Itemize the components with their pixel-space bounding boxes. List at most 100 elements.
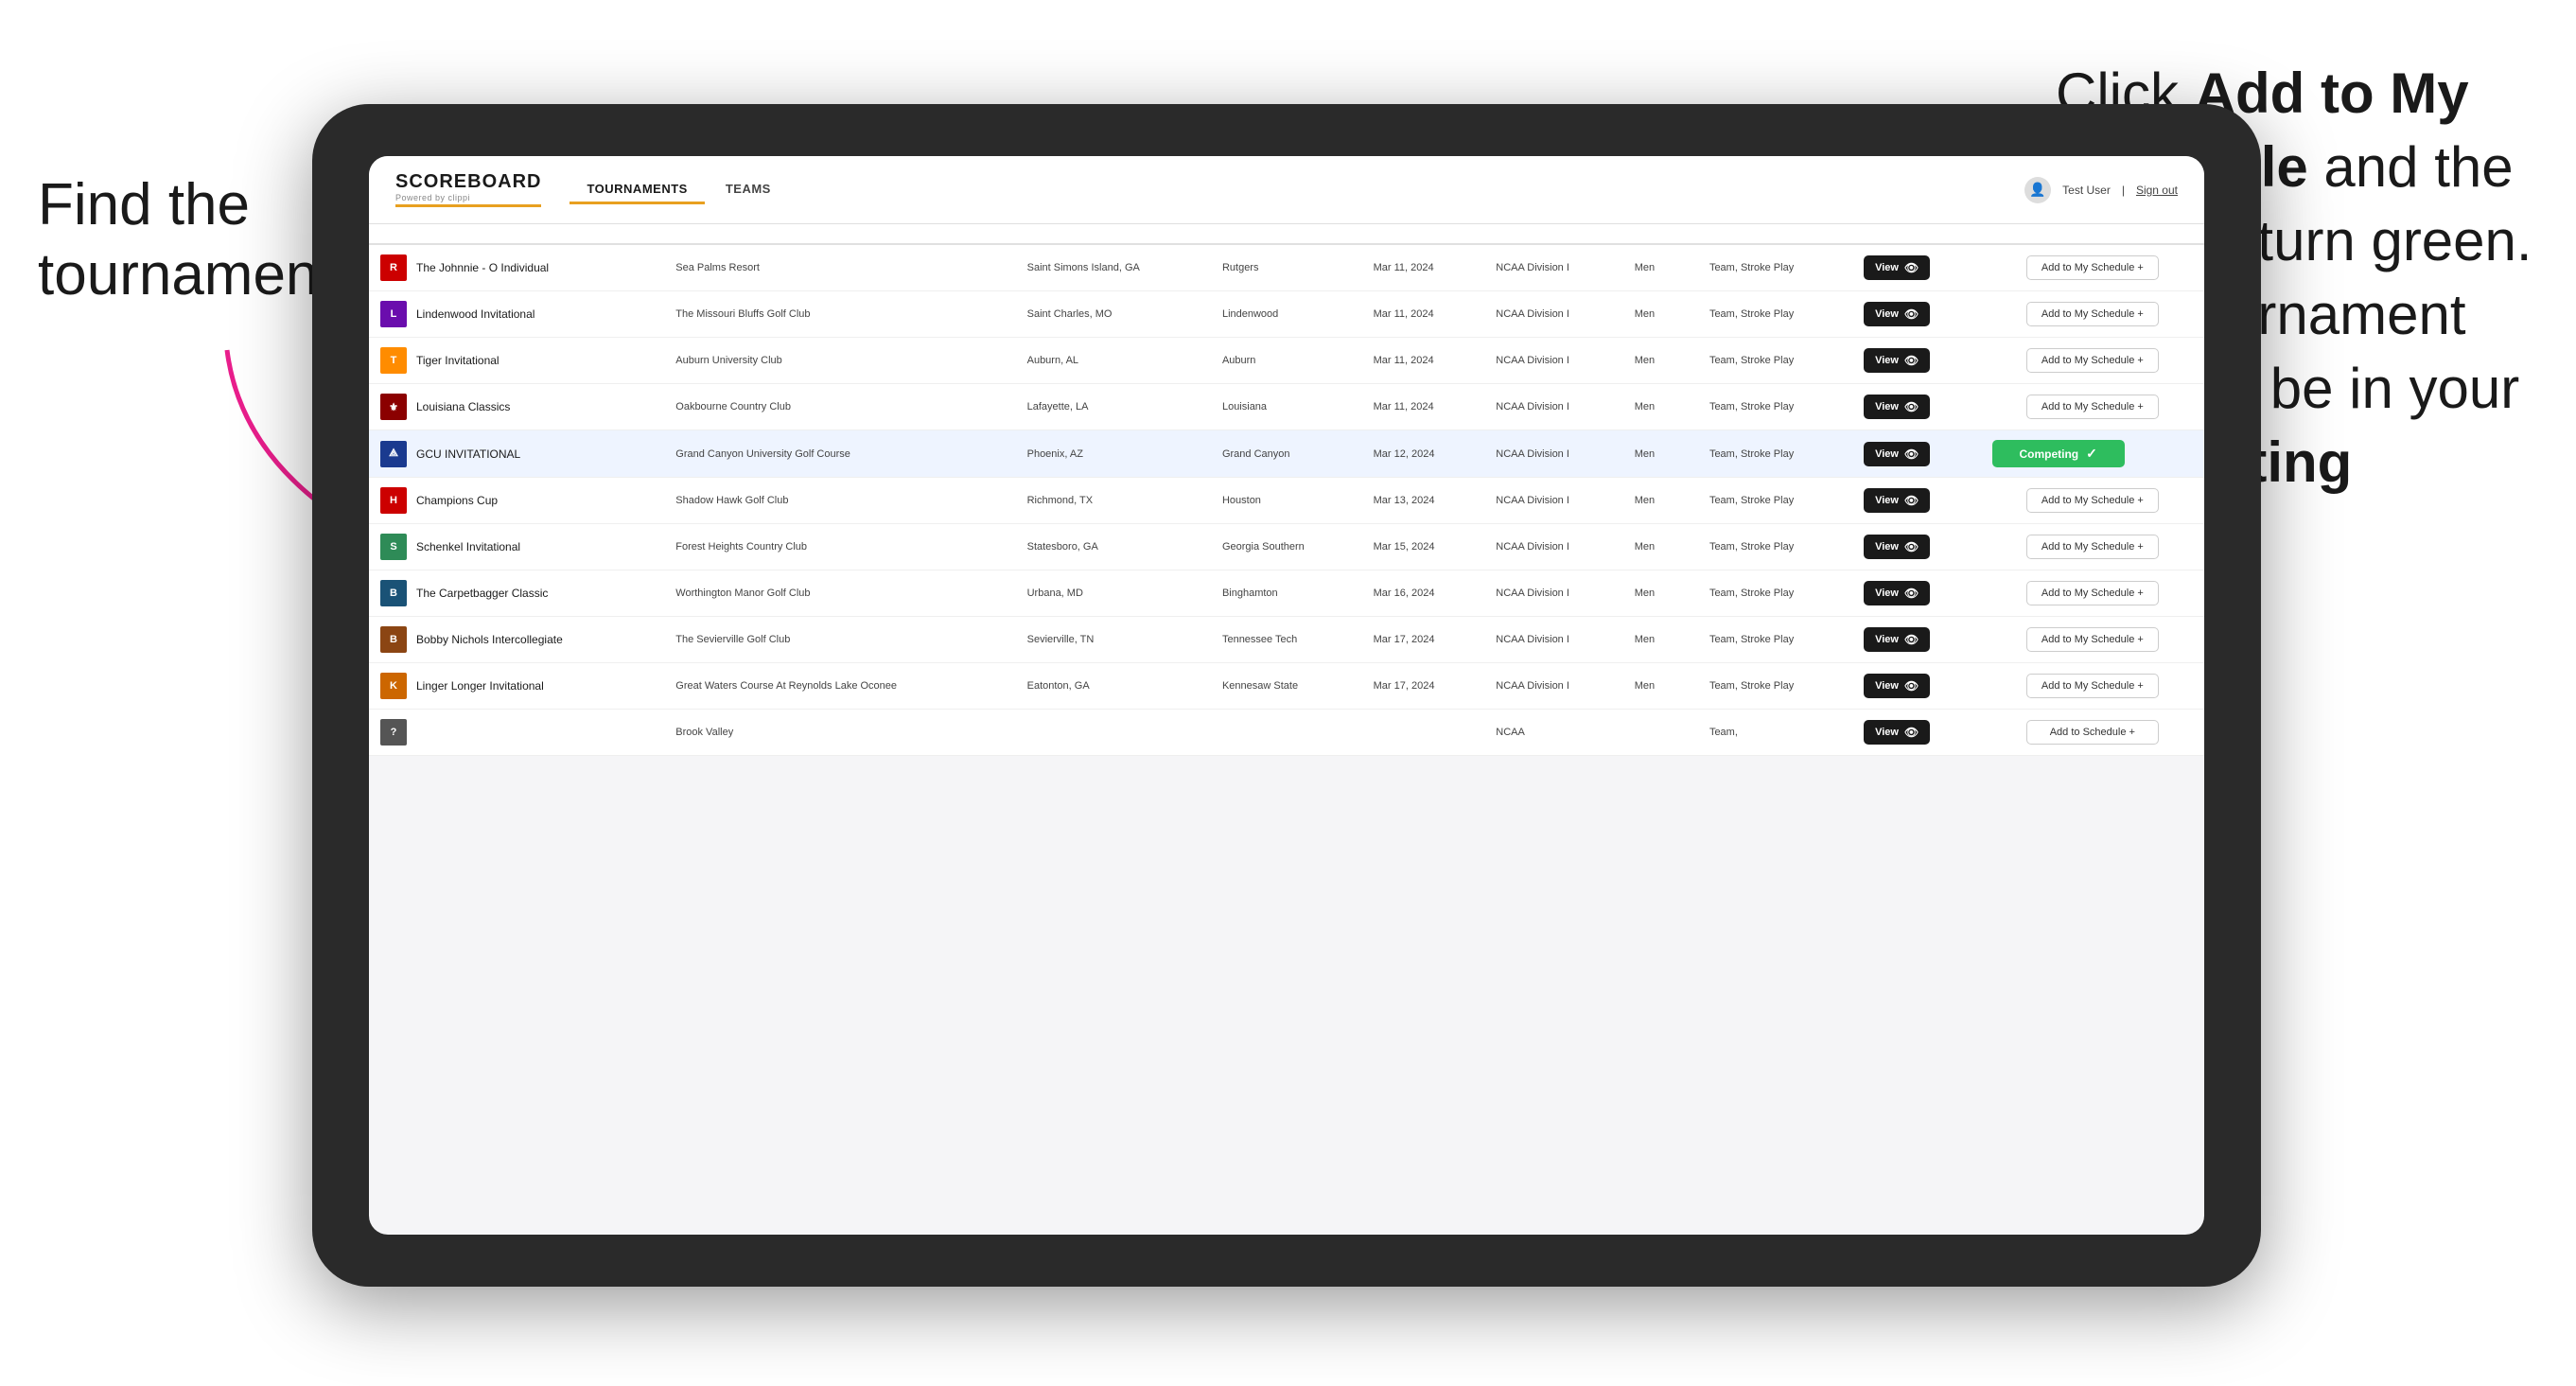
event-name-cell: ⚜ Louisiana Classics: [369, 384, 664, 430]
user-avatar-icon: 👤: [2024, 177, 2051, 203]
add-to-schedule-button[interactable]: Add to My Schedule +: [2026, 395, 2159, 419]
add-to-schedule-button[interactable]: Add to My Schedule +: [2026, 348, 2159, 373]
division-cell: NCAA Division I: [1484, 663, 1622, 710]
scoring-cell: Team, Stroke Play: [1698, 338, 1852, 384]
competing-cell: Add to My Schedule +: [1981, 570, 2204, 617]
view-button[interactable]: View 👁: [1864, 302, 1930, 326]
competing-label: Competing: [2019, 447, 2078, 461]
actions-cell: View 👁: [1852, 570, 1981, 617]
table-header: [369, 224, 2204, 244]
table-row: K Linger Longer Invitational Great Water…: [369, 663, 2204, 710]
view-button[interactable]: View 👁: [1864, 627, 1930, 652]
logo-area: SCOREBOARD Powered by clippi: [395, 172, 541, 207]
actions-cell: View 👁: [1852, 384, 1981, 430]
add-to-schedule-button[interactable]: Add to My Schedule +: [2026, 627, 2159, 652]
competing-cell: Competing ✓: [1981, 430, 2204, 478]
add-to-schedule-button[interactable]: Add to My Schedule +: [2026, 302, 2159, 326]
event-name-cell: S Schenkel Invitational: [369, 524, 664, 570]
table-row: T Tiger Invitational Auburn University C…: [369, 338, 2204, 384]
competing-button[interactable]: Competing ✓: [1992, 440, 2125, 467]
user-name: Test User: [2062, 184, 2111, 197]
city-cell: Eatonton, GA: [1016, 663, 1211, 710]
eye-icon: 👁: [1904, 679, 1919, 693]
actions-cell: View 👁: [1852, 478, 1981, 524]
event-name-text: The Carpetbagger Classic: [416, 587, 548, 600]
actions-cell: View 👁: [1852, 524, 1981, 570]
start-date-cell: Mar 17, 2024: [1362, 617, 1485, 663]
table-row: R The Johnnie - O Individual Sea Palms R…: [369, 244, 2204, 291]
city-cell: Sevierville, TN: [1016, 617, 1211, 663]
scoring-cell: Team, Stroke Play: [1698, 617, 1852, 663]
gender-cell: [1623, 710, 1698, 756]
event-name-text: Linger Longer Invitational: [416, 679, 544, 693]
col-header-gender: [1623, 224, 1698, 244]
view-button[interactable]: View 👁: [1864, 581, 1930, 605]
eye-icon: 👁: [1904, 633, 1919, 646]
add-label: Add to My Schedule +: [2042, 634, 2144, 645]
view-button[interactable]: View 👁: [1864, 442, 1930, 466]
city-cell: Urbana, MD: [1016, 570, 1211, 617]
scoring-cell: Team, Stroke Play: [1698, 384, 1852, 430]
venue-cell: Shadow Hawk Golf Club: [664, 478, 1015, 524]
add-to-schedule-button[interactable]: Add to My Schedule +: [2026, 535, 2159, 559]
add-to-schedule-button[interactable]: Add to My Schedule +: [2026, 581, 2159, 605]
event-name-text: Lindenwood Invitational: [416, 307, 534, 321]
sign-out-link[interactable]: Sign out: [2136, 184, 2178, 197]
event-name-cell: ?: [369, 710, 664, 756]
annotation-left: Find the tournament.: [38, 170, 359, 311]
gender-cell: Men: [1623, 430, 1698, 478]
event-name-cell: ⟁ GCU INVITATIONAL: [369, 430, 664, 478]
event-name-cell: R The Johnnie - O Individual: [369, 244, 664, 291]
view-button[interactable]: View 👁: [1864, 488, 1930, 513]
venue-cell: Auburn University Club: [664, 338, 1015, 384]
view-button[interactable]: View 👁: [1864, 674, 1930, 698]
view-button[interactable]: View 👁: [1864, 255, 1930, 280]
nav-tab-teams[interactable]: TEAMS: [709, 176, 788, 204]
city-cell: Saint Charles, MO: [1016, 291, 1211, 338]
col-header-event-name: [369, 224, 664, 244]
actions-cell: View 👁: [1852, 430, 1981, 478]
competing-cell: Add to Schedule +: [1981, 710, 2204, 756]
start-date-cell: Mar 11, 2024: [1362, 384, 1485, 430]
division-cell: NCAA Division I: [1484, 244, 1622, 291]
view-button[interactable]: View 👁: [1864, 720, 1930, 745]
competing-cell: Add to My Schedule +: [1981, 617, 2204, 663]
view-button[interactable]: View 👁: [1864, 395, 1930, 419]
team-logo: B: [380, 580, 407, 606]
city-cell: [1016, 710, 1211, 756]
nav-tab-tournaments[interactable]: TOURNAMENTS: [570, 176, 704, 204]
city-cell: Saint Simons Island, GA: [1016, 244, 1211, 291]
competing-cell: Add to My Schedule +: [1981, 244, 2204, 291]
add-to-schedule-button[interactable]: Add to My Schedule +: [2026, 255, 2159, 280]
header-right: 👤 Test User | Sign out: [2024, 177, 2178, 203]
tournament-table: R The Johnnie - O Individual Sea Palms R…: [369, 224, 2204, 756]
actions-cell: View 👁: [1852, 617, 1981, 663]
team-logo: R: [380, 254, 407, 281]
division-cell: NCAA Division I: [1484, 617, 1622, 663]
competing-cell: Add to My Schedule +: [1981, 338, 2204, 384]
add-to-schedule-button[interactable]: Add to My Schedule +: [2026, 674, 2159, 698]
gender-cell: Men: [1623, 291, 1698, 338]
view-button[interactable]: View 👁: [1864, 535, 1930, 559]
division-cell: NCAA Division I: [1484, 478, 1622, 524]
scoring-cell: Team, Stroke Play: [1698, 570, 1852, 617]
eye-icon: 👁: [1904, 494, 1919, 507]
start-date-cell: [1362, 710, 1485, 756]
start-date-cell: Mar 16, 2024: [1362, 570, 1485, 617]
add-to-schedule-button[interactable]: Add to Schedule +: [2026, 720, 2159, 745]
table-row: ? Brook ValleyNCAATeam, View 👁 Add to Sc…: [369, 710, 2204, 756]
competing-cell: Add to My Schedule +: [1981, 524, 2204, 570]
actions-cell: View 👁: [1852, 244, 1981, 291]
hosted-by-cell: Rutgers: [1211, 244, 1362, 291]
hosted-by-cell: Lindenwood: [1211, 291, 1362, 338]
add-label: Add to My Schedule +: [2042, 308, 2144, 320]
scoring-cell: Team, Stroke Play: [1698, 478, 1852, 524]
event-name-cell: H Champions Cup: [369, 478, 664, 524]
add-to-schedule-button[interactable]: Add to My Schedule +: [2026, 488, 2159, 513]
col-header-venue: [664, 224, 1015, 244]
event-name-text: Schenkel Invitational: [416, 540, 520, 553]
event-name-text: Tiger Invitational: [416, 354, 499, 367]
add-label: Add to My Schedule +: [2042, 680, 2144, 692]
competing-cell: Add to My Schedule +: [1981, 478, 2204, 524]
view-button[interactable]: View 👁: [1864, 348, 1930, 373]
